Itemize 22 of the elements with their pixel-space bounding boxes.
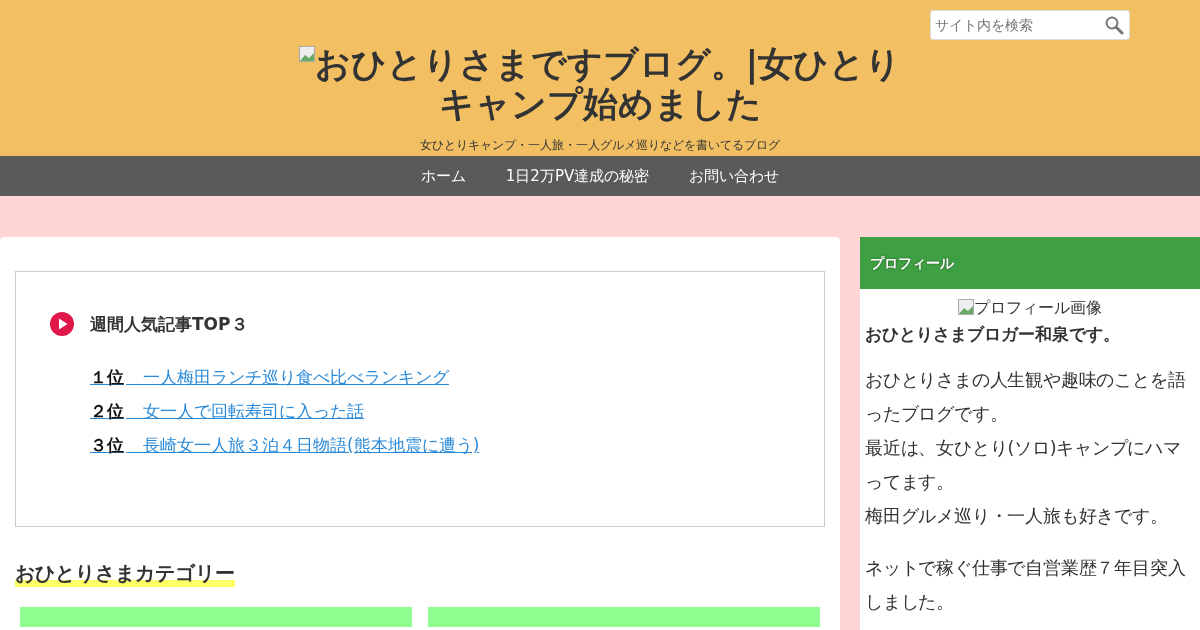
broken-image-icon — [958, 299, 974, 315]
profile-paragraph: ネットで稼ぐ仕事で自営業歴７年目突入しました。 — [865, 557, 1187, 614]
ranking-link[interactable]: ３位 長崎女一人旅３泊４日物語(熊本地震に遭う) — [90, 435, 480, 455]
play-icon — [50, 312, 74, 336]
category-heading: おひとりさまカテゴリー — [15, 561, 235, 587]
nav-link[interactable]: お問い合わせ — [669, 156, 800, 196]
profile-name: おひとりさまブロガー和泉です。 — [865, 323, 1121, 345]
ranking-title: 週間人気記事TOP３ — [90, 312, 248, 336]
search-field[interactable]: サイト内を検索 — [930, 10, 1130, 40]
category-card[interactable] — [428, 607, 820, 627]
ranking-link[interactable]: ２位 女一人で回転寿司に入った話 — [90, 401, 364, 421]
broken-image-icon — [298, 46, 315, 62]
ranking-link[interactable]: １位 一人梅田ランチ巡り食べ比べランキング — [90, 367, 449, 387]
profile-paragraph: おひとりさまの人生観や趣味のことを語ったブログです。 最近は、女ひとり(ソロ)キャンプにハマってます。 梅田グルメ巡り・一人旅も好きです。 — [865, 369, 1187, 528]
nav-link[interactable]: ホーム — [400, 156, 486, 196]
profile-image-alt-text: プロフィール画像 — [974, 298, 1102, 317]
category-card[interactable] — [20, 607, 412, 627]
search-icon[interactable] — [1104, 15, 1124, 35]
nav-link[interactable]: 1日2万PV達成の秘密 — [485, 156, 670, 196]
widget-heading: プロフィール — [860, 237, 1200, 289]
site-tagline: 女ひとりキャンプ・一人旅・一人グルメ巡りなどを書いてるブログ — [420, 137, 780, 154]
site-logo-link[interactable]: おひとりさまですブログ。|女ひとりキャンプ始めました — [290, 44, 910, 124]
